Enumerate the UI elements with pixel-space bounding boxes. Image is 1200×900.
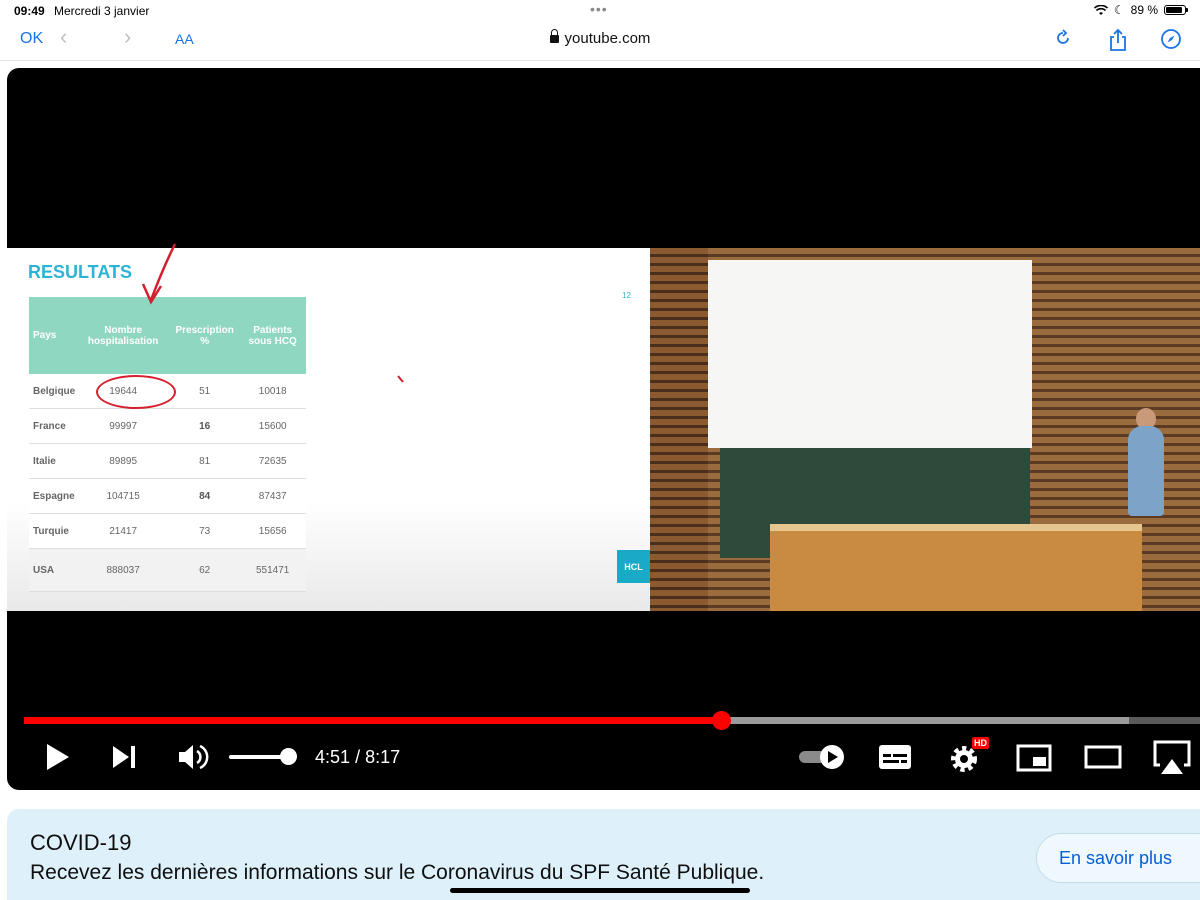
current-time: 4:51 [315, 747, 351, 767]
airplay-icon[interactable] [1152, 739, 1192, 777]
table-row: Turquie 21417 73 15656 [29, 513, 306, 549]
slide-title: RESULTATS [28, 262, 132, 282]
table-cell: 87437 [239, 478, 306, 514]
play-icon[interactable] [45, 742, 71, 772]
duration: 8:17 [365, 747, 401, 767]
table-cell: 104715 [76, 478, 171, 514]
table-row: Italie 89895 81 72635 [29, 443, 306, 479]
lock-icon [549, 29, 559, 43]
status-right: ☾ 89 % [1093, 3, 1188, 17]
speaker-body [1128, 426, 1164, 516]
desk [770, 531, 1142, 611]
learn-more-button[interactable]: En savoir plus [1036, 833, 1200, 883]
results-table: Pays Nombre hospitalisation Prescription… [29, 297, 306, 592]
table-cell: 73 [170, 513, 240, 549]
table-cell: 62 [170, 548, 240, 592]
progress-scrubber[interactable] [712, 711, 732, 730]
time-display: 4:51 / 8:17 [315, 747, 400, 768]
table-cell: USA [29, 548, 77, 592]
status-date: Mercredi 3 janvier [54, 4, 150, 18]
banner-title: COVID-19 [30, 830, 132, 855]
red-tick-annotation [397, 375, 404, 383]
table-cell: 551471 [239, 548, 306, 592]
compass-icon[interactable] [1160, 28, 1182, 50]
hcl-logo-text: HCL [624, 561, 643, 572]
table-cell: 10018 [239, 374, 306, 409]
table-cell: 21417 [76, 513, 171, 549]
volume-knob[interactable] [280, 748, 298, 765]
table-cell: France [29, 408, 77, 444]
table-row: USA 888037 62 551471 [29, 548, 306, 592]
moon-icon: ☾ [1113, 3, 1125, 17]
table-cell: Espagne [29, 478, 77, 514]
table-cell: 81 [170, 443, 240, 479]
table-cell: 16 [170, 408, 240, 444]
header-country: Pays [29, 297, 77, 374]
presentation-slide: RESULTATS 12 Pays Nombre hospitalisation… [7, 243, 650, 611]
video-player[interactable]: RESULTATS 12 Pays Nombre hospitalisation… [7, 68, 1200, 790]
home-indicator[interactable] [450, 888, 750, 893]
covid-info-banner: COVID-19 Recevez les dernières informati… [7, 809, 1200, 900]
url-text: youtube.com [564, 30, 651, 47]
wifi-icon [1093, 4, 1108, 15]
red-circle-annotation [96, 375, 176, 409]
status-time: 09:49 [14, 4, 45, 18]
video-frame[interactable]: RESULTATS 12 Pays Nombre hospitalisation… [7, 243, 1200, 611]
projection-screen [708, 260, 1032, 448]
volume-icon[interactable] [177, 742, 209, 772]
speaker-video-feed [650, 248, 1200, 611]
red-arrow-annotation [141, 243, 177, 305]
table-cell: 51 [170, 374, 240, 409]
address-bar[interactable]: youtube.com [0, 29, 1200, 47]
time-separator: / [355, 747, 361, 767]
hcl-logo: HCL [617, 550, 650, 583]
multitasking-dots-icon[interactable]: ••• [590, 1, 608, 17]
battery-percent: 89 % [1130, 3, 1158, 17]
share-icon[interactable] [1108, 28, 1128, 52]
table-cell: 888037 [76, 548, 171, 592]
battery-icon [1164, 5, 1188, 15]
table-cell: 99997 [76, 408, 171, 444]
table-cell: Italie [29, 443, 77, 479]
table-cell: 15600 [239, 408, 306, 444]
table-cell: Belgique [29, 374, 77, 409]
autoplay-toggle-icon[interactable] [797, 744, 847, 770]
banner-text: Recevez les dernières informations sur l… [30, 861, 765, 884]
header-patients: Patients sous HCQ [239, 297, 306, 374]
table-row: Espagne 104715 84 87437 [29, 478, 306, 514]
browser-toolbar: OK ‹ › AA youtube.com [0, 22, 1200, 60]
next-icon[interactable] [111, 744, 137, 770]
theater-mode-icon[interactable] [1084, 744, 1122, 770]
table-row: France 99997 16 15600 [29, 408, 306, 444]
status-bar: 09:49 Mercredi 3 janvier ••• ☾ 89 % [0, 0, 1200, 22]
table-cell: 89895 [76, 443, 171, 479]
table-cell: 72635 [239, 443, 306, 479]
table-cell: 84 [170, 478, 240, 514]
wall-panel [650, 248, 708, 611]
table-cell: Turquie [29, 513, 77, 549]
miniplayer-icon[interactable] [1016, 744, 1052, 772]
slide-page-number: 12 [622, 291, 631, 300]
reload-icon[interactable] [1054, 28, 1072, 48]
toolbar-divider [0, 60, 1200, 61]
subtitles-icon[interactable] [878, 744, 912, 770]
table-cell: 15656 [239, 513, 306, 549]
hd-badge: HD [972, 737, 989, 749]
progress-played [24, 717, 722, 724]
